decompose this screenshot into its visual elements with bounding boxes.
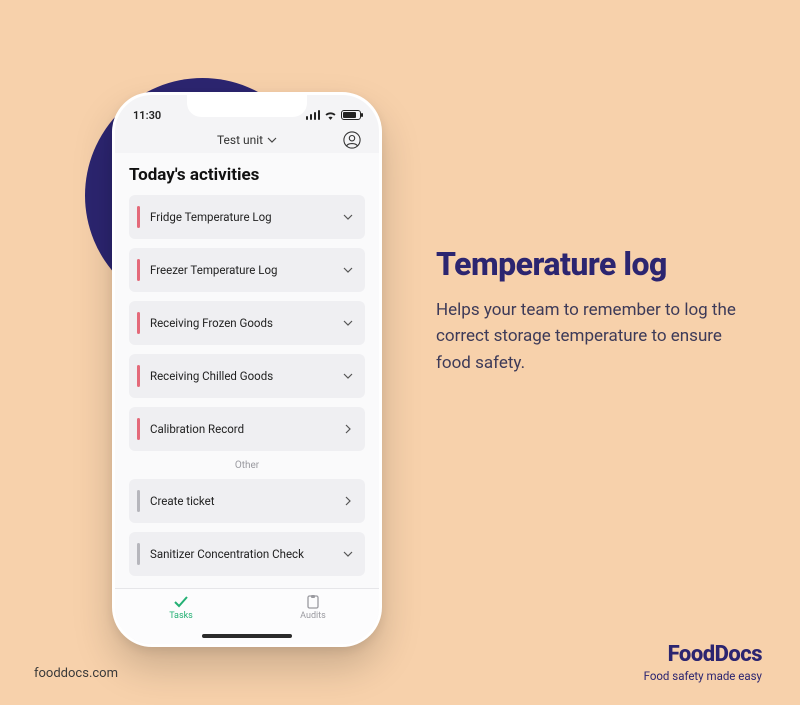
section-label-other: Other — [129, 460, 365, 471]
chevron-down-icon — [341, 316, 355, 330]
home-indicator — [202, 634, 292, 638]
activity-label: Freezer Temperature Log — [150, 263, 341, 277]
footer-url: fooddocs.com — [34, 666, 118, 681]
nav-label: Tasks — [169, 611, 193, 621]
bottom-nav: Tasks Audits — [115, 588, 379, 644]
activity-label: Fridge Temperature Log — [150, 210, 341, 224]
chevron-down-icon — [341, 547, 355, 561]
chevron-down-icon — [341, 210, 355, 224]
activity-row[interactable]: Receiving Frozen Goods — [129, 301, 365, 345]
chevron-down-icon — [341, 263, 355, 277]
activity-label: Sanitizer Concentration Check — [150, 547, 341, 561]
activity-row[interactable]: Freezer Temperature Log — [129, 248, 365, 292]
chevron-right-icon — [341, 422, 355, 436]
check-icon — [173, 595, 189, 609]
brand-tagline: Food safety made easy — [644, 669, 762, 683]
nav-label: Audits — [300, 611, 326, 621]
brand-name: FoodDocs — [644, 642, 762, 667]
activity-label: Calibration Record — [150, 422, 341, 436]
phone-notch — [187, 95, 307, 117]
activity-row[interactable]: Fridge Temperature Log — [129, 195, 365, 239]
accent-bar — [137, 365, 140, 387]
status-time: 11:30 — [133, 109, 161, 122]
unit-selector-row: Test unit — [115, 125, 379, 153]
accent-bar — [137, 418, 140, 440]
clipboard-icon — [305, 595, 321, 609]
screen-content: Today's activities Fridge Temperature Lo… — [115, 153, 379, 588]
accent-bar — [137, 312, 140, 334]
nav-tasks[interactable]: Tasks — [146, 595, 216, 621]
phone-mockup: 11:30 Test unit Today's activities Fridg… — [112, 92, 382, 647]
activity-row[interactable]: Create ticket — [129, 479, 365, 523]
profile-icon[interactable] — [343, 131, 361, 149]
promo-text: Temperature log Helps your team to remem… — [436, 245, 756, 376]
nav-audits[interactable]: Audits — [278, 595, 348, 621]
activity-row[interactable]: Sanitizer Concentration Check — [129, 532, 365, 576]
promo-title: Temperature log — [436, 245, 756, 283]
battery-icon — [341, 110, 361, 120]
footer-logo: FoodDocs Food safety made easy — [644, 642, 762, 683]
unit-selector[interactable]: Test unit — [217, 133, 277, 147]
activity-label: Create ticket — [150, 494, 341, 508]
cellular-icon — [306, 110, 321, 120]
chevron-down-icon — [267, 135, 277, 145]
activity-label: Receiving Frozen Goods — [150, 316, 341, 330]
wifi-icon — [324, 110, 337, 120]
chevron-down-icon — [341, 369, 355, 383]
page-title: Today's activities — [129, 165, 365, 185]
accent-bar — [137, 206, 140, 228]
promo-body: Helps your team to remember to log the c… — [436, 297, 756, 376]
accent-bar — [137, 490, 140, 512]
activity-label: Receiving Chilled Goods — [150, 369, 341, 383]
accent-bar — [137, 543, 140, 565]
status-indicators — [306, 110, 362, 120]
activity-row[interactable]: Receiving Chilled Goods — [129, 354, 365, 398]
unit-name: Test unit — [217, 133, 263, 147]
activity-row[interactable]: Calibration Record — [129, 407, 365, 451]
accent-bar — [137, 259, 140, 281]
chevron-right-icon — [341, 494, 355, 508]
